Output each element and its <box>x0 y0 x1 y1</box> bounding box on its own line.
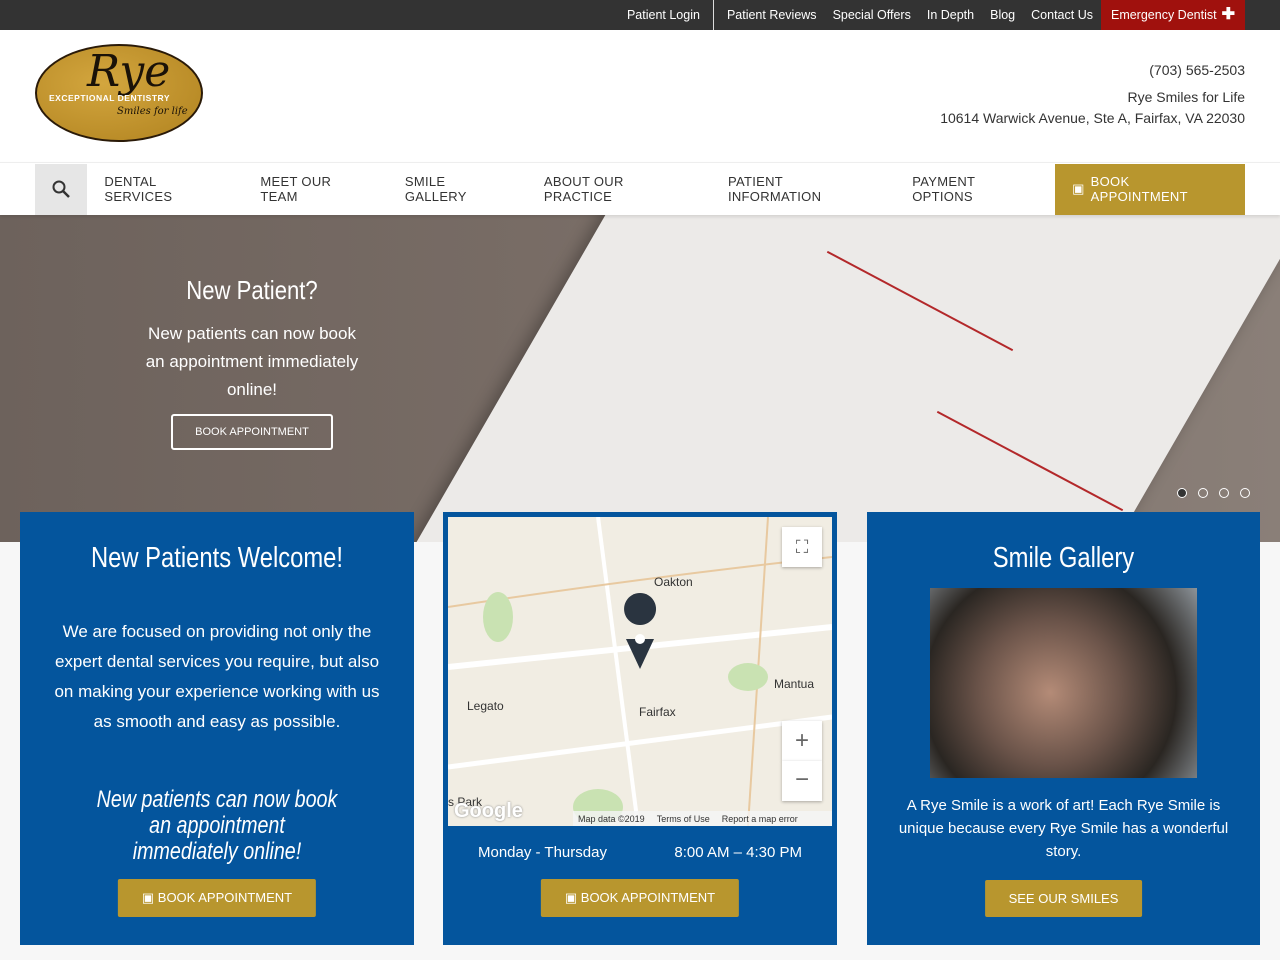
map-label: Legato <box>467 699 504 713</box>
card-title: New Patients Welcome! <box>91 542 343 574</box>
logo-tagline: EXCEPTIONAL DENTISTRY <box>49 93 171 103</box>
header: Rye EXCEPTIONAL DENTISTRY Smiles for lif… <box>0 30 1280 162</box>
hero-book-button[interactable]: BOOK APPOINTMENT <box>171 414 333 450</box>
contact-info: (703) 565-2503 Rye Smiles for Life 10614… <box>940 60 1245 129</box>
plus-icon: + <box>794 727 809 754</box>
nav-meet-our-team[interactable]: MEET OUR TEAM <box>243 174 387 204</box>
hours-days: Monday - Thursday <box>478 844 607 861</box>
calendar-icon: ▣ <box>1072 181 1085 196</box>
hero-slider: New Patient? New patients can now book a… <box>0 215 1280 542</box>
slide-dot[interactable] <box>1198 488 1208 498</box>
search-button[interactable] <box>35 163 88 215</box>
zoom-out-button[interactable]: − <box>782 761 822 801</box>
new-patients-card: New Patients Welcome! We are focused on … <box>20 512 414 945</box>
nav-dental-services[interactable]: DENTAL SERVICES <box>87 174 243 204</box>
zoom-in-button[interactable]: + <box>782 721 822 761</box>
logo-slogan: Smiles for life <box>117 106 188 117</box>
map[interactable]: Oakton Mantua Legato Fairfax s Park Goog… <box>448 517 832 826</box>
google-logo: Google <box>454 800 523 822</box>
nav-patient-information[interactable]: PATIENT INFORMATION <box>711 174 895 204</box>
fullscreen-icon: ⛶ <box>795 537 809 557</box>
cross-icon: ✚ <box>1221 6 1235 23</box>
contact-us-link[interactable]: Contact Us <box>1023 0 1101 30</box>
special-offers-link[interactable]: Special Offers <box>825 0 919 30</box>
smiling-man-photo[interactable] <box>930 588 1197 778</box>
button-label: BOOK APPOINTMENT <box>580 890 716 905</box>
calendar-icon: ▣ <box>564 890 581 905</box>
map-label: Fairfax <box>639 705 676 719</box>
patient-login-link[interactable]: Patient Login <box>619 0 708 30</box>
main-nav: DENTAL SERVICES MEET OUR TEAM SMILE GALL… <box>0 162 1280 215</box>
logo[interactable]: Rye EXCEPTIONAL DENTISTRY Smiles for lif… <box>35 44 203 142</box>
button-label: BOOK APPOINTMENT <box>157 890 293 905</box>
card-emphasis: New patients can now book an appointment… <box>96 786 338 865</box>
emergency-dentist-link[interactable]: Emergency Dentist ✚ <box>1100 0 1245 30</box>
hours-time: 8:00 AM – 4:30 PM <box>674 844 802 861</box>
map-roads <box>448 517 832 826</box>
nav-payment-options[interactable]: PAYMENT OPTIONS <box>895 174 1055 204</box>
divider <box>712 0 714 30</box>
patient-reviews-link[interactable]: Patient Reviews <box>719 0 825 30</box>
book-label: BOOK APPOINTMENT <box>1090 174 1188 204</box>
minus-icon: − <box>794 766 809 793</box>
address: 10614 Warwick Avenue, Ste A, Fairfax, VA… <box>940 110 1245 126</box>
see-our-smiles-button[interactable]: SEE OUR SMILES <box>984 880 1143 917</box>
slide-dot[interactable] <box>1240 488 1250 498</box>
fullscreen-button[interactable]: ⛶ <box>782 527 822 567</box>
nav-smile-gallery[interactable]: SMILE GALLERY <box>388 174 527 204</box>
map-label: Mantua <box>774 677 815 691</box>
smile-gallery-card: Smile Gallery A Rye Smile is a work of a… <box>867 512 1260 945</box>
calendar-icon: ▣ <box>141 890 158 905</box>
emergency-label: Emergency Dentist <box>1110 8 1217 22</box>
blog-link[interactable]: Blog <box>982 0 1023 30</box>
hero-content: New Patient? New patients can now book a… <box>140 275 364 450</box>
card-text: A Rye Smile is a work of art! Each Rye S… <box>898 797 1229 860</box>
top-bar: Patient Login Patient Reviews Special Of… <box>0 0 1280 30</box>
practice-name: Rye Smiles for Life <box>1127 89 1245 105</box>
in-depth-link[interactable]: In Depth <box>919 0 982 30</box>
report-map-error-link[interactable]: Report a map error <box>722 814 798 824</box>
card-text: We are focused on providing not only the… <box>54 622 380 731</box>
search-icon <box>52 180 71 198</box>
card-title: Smile Gallery <box>992 542 1135 574</box>
map-label: Oakton <box>654 575 693 589</box>
book-appointment-button[interactable]: ▣ BOOK APPOINTMENT <box>540 879 740 917</box>
hero-title: New Patient? <box>186 275 318 305</box>
map-data-text: Map data ©2019 <box>578 813 645 824</box>
nav-book-appointment-button[interactable]: ▣ BOOK APPOINTMENT <box>1055 163 1245 215</box>
slide-dot[interactable] <box>1177 488 1187 498</box>
terms-link[interactable]: Terms of Use <box>657 814 710 824</box>
hero-text: New patients can now book an appointment… <box>145 324 359 399</box>
book-appointment-button[interactable]: ▣ BOOK APPOINTMENT <box>117 879 317 917</box>
location-card: Oakton Mantua Legato Fairfax s Park Goog… <box>443 512 837 945</box>
slider-dots <box>1177 488 1250 498</box>
phone-number[interactable]: (703) 565-2503 <box>940 60 1245 81</box>
nav-about-our-practice[interactable]: ABOUT OUR PRACTICE <box>527 174 711 204</box>
slide-dot[interactable] <box>1219 488 1229 498</box>
logo-text: Rye <box>87 46 171 97</box>
calendar-image <box>339 215 1280 542</box>
